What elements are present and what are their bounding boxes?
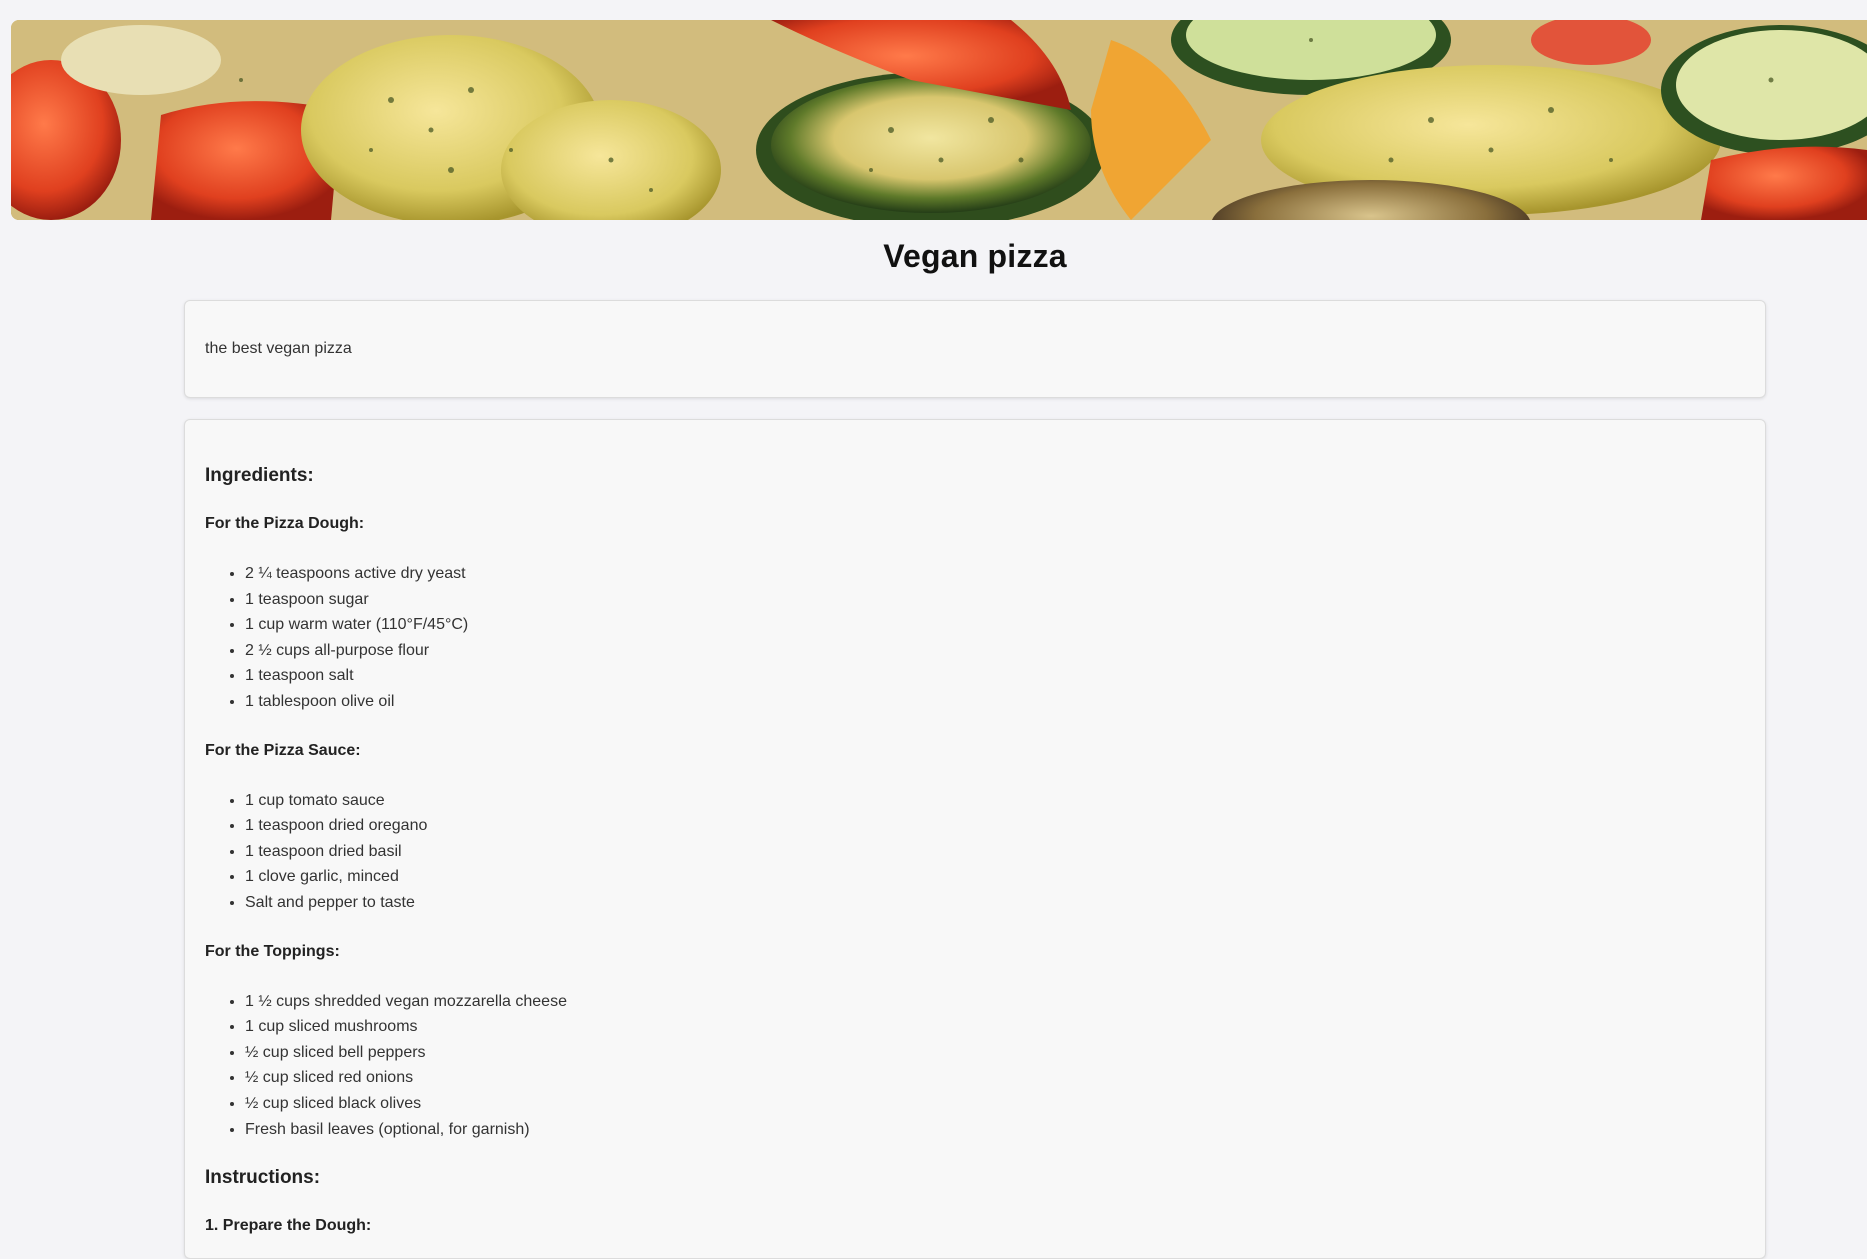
list-item: Salt and pepper to taste: [245, 890, 1745, 916]
dough-heading: For the Pizza Dough:: [205, 515, 365, 532]
list-item: 1 cup sliced mushrooms: [245, 1014, 1745, 1040]
list-item: 1 teaspoon salt: [245, 663, 1745, 689]
roasted-vegetables-image: [11, 20, 1867, 220]
list-item: ½ cup sliced black olives: [245, 1091, 1745, 1117]
list-item: 1 teaspoon sugar: [245, 587, 1745, 613]
description-card: the best vegan pizza: [184, 300, 1766, 398]
list-item: ½ cup sliced bell peppers: [245, 1040, 1745, 1066]
list-item: 2 ¼ teaspoons active dry yeast: [245, 561, 1745, 587]
recipe-title: Vegan pizza: [883, 238, 1067, 274]
sauce-ingredient-list: 1 cup tomato sauce 1 teaspoon dried oreg…: [205, 788, 1745, 916]
list-item: 1 teaspoon dried basil: [245, 839, 1745, 865]
sauce-heading: For the Pizza Sauce:: [205, 741, 361, 759]
list-item: 2 ½ cups all-purpose flour: [245, 638, 1745, 664]
list-item: Fresh basil leaves (optional, for garnis…: [245, 1117, 1745, 1143]
list-item: 1 cup tomato sauce: [245, 788, 1745, 814]
instructions-heading: Instructions:: [205, 1167, 321, 1189]
step-1-heading: 1. Prepare the Dough:: [205, 1217, 372, 1235]
list-item: 1 cup warm water (110°F/45°C): [245, 612, 1745, 638]
list-item: 1 teaspoon dried oregano: [245, 813, 1745, 839]
toppings-ingredient-list: 1 ½ cups shredded vegan mozzarella chees…: [205, 989, 1745, 1143]
list-item: 1 clove garlic, minced: [245, 864, 1745, 890]
toppings-heading: For the Toppings:: [205, 942, 340, 960]
recipe-description: the best vegan pizza: [205, 340, 352, 357]
recipe-body-card: Ingredients: For the Pizza Dough: 2 ¼ te…: [184, 419, 1766, 1259]
list-item: 1 ½ cups shredded vegan mozzarella chees…: [245, 989, 1745, 1015]
ingredients-heading: Ingredients:: [205, 465, 314, 486]
hero-banner-image: [11, 20, 1867, 220]
dough-ingredient-list: 2 ¼ teaspoons active dry yeast 1 teaspoo…: [205, 561, 1745, 715]
list-item: 1 tablespoon olive oil: [245, 689, 1745, 715]
list-item: ½ cup sliced red onions: [245, 1065, 1745, 1091]
